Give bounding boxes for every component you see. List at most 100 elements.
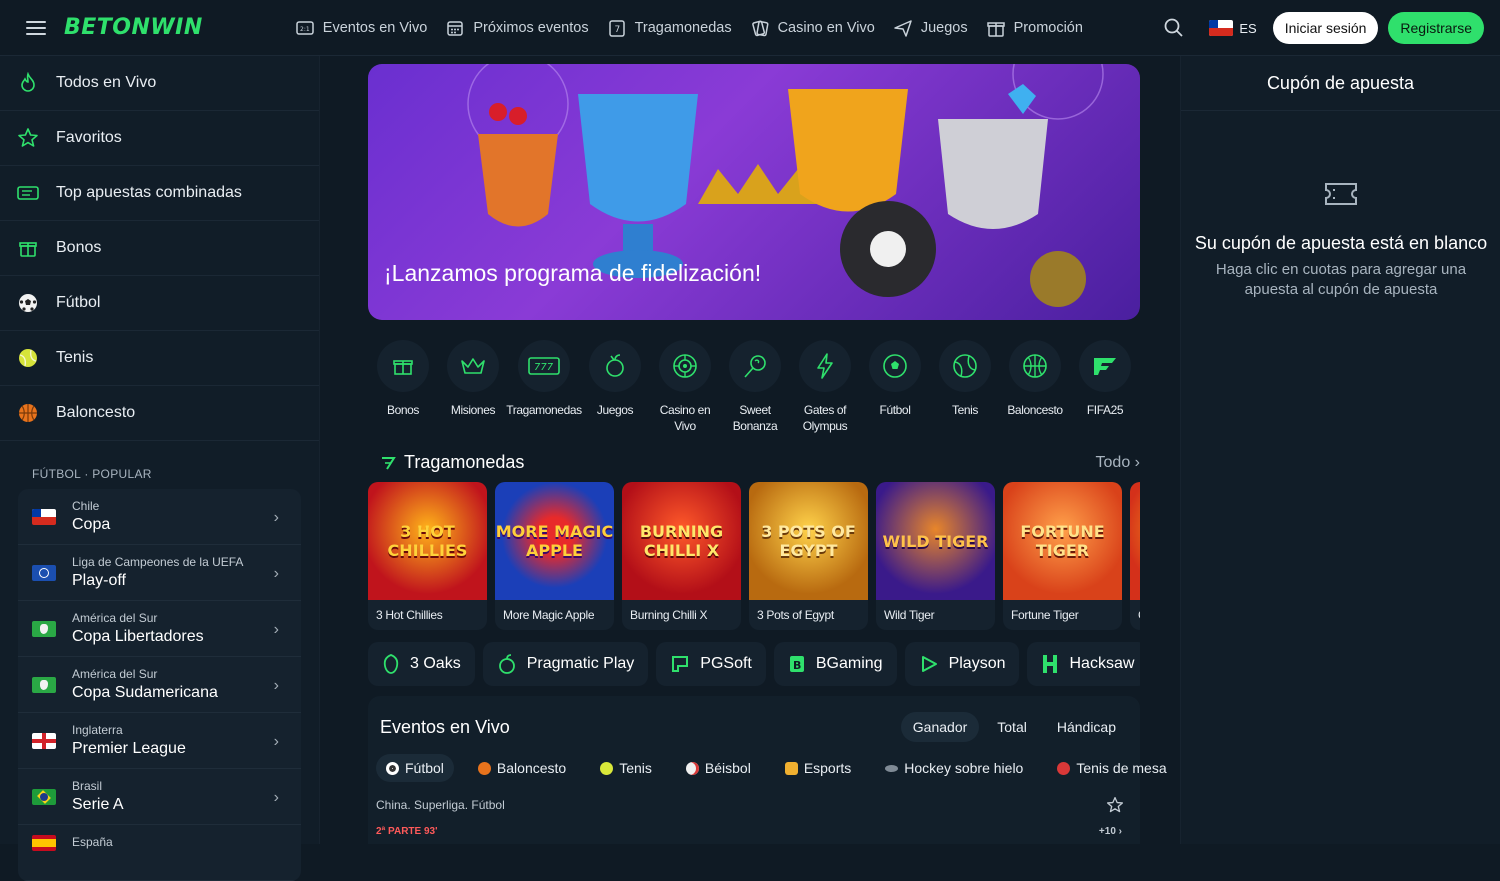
chile-flag-icon <box>1209 20 1234 36</box>
category-tennis[interactable]: Tenis <box>930 340 1000 434</box>
game-thumbnail <box>1130 482 1140 600</box>
category-slots[interactable]: 777 Tragamonedas <box>506 340 582 434</box>
nav-upcoming-events[interactable]: Próximos eventos <box>445 18 589 38</box>
logo[interactable]: BETONWIN <box>64 15 203 40</box>
sport-tab-esports[interactable]: Esports <box>775 754 861 782</box>
league-item[interactable]: América del Sur Copa Sudamericana › <box>18 657 301 713</box>
league-item[interactable]: Inglaterra Premier League › <box>18 713 301 769</box>
sidebar-item-favorites[interactable]: Favoritos <box>0 111 319 166</box>
game-card[interactable]: C <box>1130 482 1140 630</box>
provider-pgsoft[interactable]: PGSoft <box>656 642 766 686</box>
sidebar-item-tennis[interactable]: Tenis <box>0 331 319 386</box>
slots-seven-icon <box>382 456 396 470</box>
market-tab-winner[interactable]: Ganador <box>900 712 980 742</box>
sport-tab-label: Tenis de mesa <box>1076 760 1167 776</box>
language-code: ES <box>1239 20 1257 36</box>
category-sweet-bonanza[interactable]: Sweet Bonanza <box>720 340 790 434</box>
login-button[interactable]: Iniciar sesión <box>1272 12 1379 44</box>
market-tab-total[interactable]: Total <box>985 712 1039 742</box>
category-basketball[interactable]: Baloncesto <box>1000 340 1070 434</box>
event-league-name: China. Superliga. Fútbol <box>376 798 505 812</box>
provider-3oaks[interactable]: 3 Oaks <box>368 642 475 686</box>
category-label: Casino en Vivo <box>659 403 711 433</box>
calendar-icon <box>447 20 464 36</box>
league-item[interactable]: Brasil Serie A › <box>18 769 301 825</box>
uefa-flag-icon <box>32 564 56 581</box>
baseball-icon <box>685 761 699 775</box>
language-selector[interactable]: ES <box>1209 20 1257 36</box>
register-button[interactable]: Registrarse <box>1388 12 1484 44</box>
sidebar-item-basketball[interactable]: Baloncesto <box>0 386 319 441</box>
game-card[interactable]: 3 POTS OF EGYPT 3 Pots of Egypt <box>749 482 868 630</box>
nav-slots[interactable]: 7 Tragamonedas <box>607 18 732 38</box>
sidebar-item-bonuses[interactable]: Bonos <box>0 221 319 276</box>
game-name: Burning Chilli X <box>630 608 708 622</box>
nav-promotion[interactable]: Promoción <box>986 18 1083 38</box>
sidebar-item-football[interactable]: Fútbol <box>0 276 319 331</box>
playson-icon <box>921 656 937 672</box>
basketball-icon <box>477 761 491 775</box>
sport-tab-football[interactable]: Fútbol <box>376 754 454 782</box>
league-item[interactable]: América del Sur Copa Libertadores › <box>18 601 301 657</box>
lollipop-icon <box>729 340 781 392</box>
menu-icon[interactable] <box>26 20 46 35</box>
league-item[interactable]: Liga de Campeones de la UEFA Play-off › <box>18 545 301 601</box>
category-bonuses[interactable]: Bonos <box>368 340 438 434</box>
category-fifa25[interactable]: FIFA25 <box>1070 340 1140 434</box>
provider-playson[interactable]: Playson <box>904 642 1020 686</box>
fifa-icon <box>1079 340 1131 392</box>
category-label: Tenis <box>951 403 978 417</box>
game-card[interactable]: BURNING CHILLI X Burning Chilli X <box>622 482 741 630</box>
promo-banner[interactable]: ¡Lanzamos programa de fidelización! <box>368 64 1140 320</box>
provider-bgaming[interactable]: B BGaming <box>773 642 897 686</box>
category-missions[interactable]: Misiones <box>438 340 508 434</box>
game-card[interactable]: 3 HOT CHILLIES 3 Hot Chillies <box>368 482 487 630</box>
sport-tab-ice-hockey[interactable]: Hockey sobre hielo <box>875 754 1033 782</box>
category-label: Bonos <box>386 403 420 417</box>
pgsoft-icon <box>672 656 689 672</box>
search-icon[interactable] <box>1163 17 1185 39</box>
league-name: Copa <box>72 516 111 533</box>
sport-tab-table-tennis[interactable]: Tenis de mesa <box>1047 754 1176 782</box>
live-events-icon: 2:1 <box>296 20 314 35</box>
league-item[interactable]: Chile Copa › <box>18 489 301 545</box>
category-live-casino[interactable]: Casino en Vivo <box>650 340 720 434</box>
sidebar-item-all-live[interactable]: Todos en Vivo <box>0 56 319 111</box>
game-card[interactable]: MORE MAGIC APPLE More Magic Apple <box>495 482 614 630</box>
gift-icon <box>986 21 1005 37</box>
slots-view-all-link[interactable]: Todo › <box>1096 454 1140 472</box>
nav-games[interactable]: Juegos <box>893 18 968 38</box>
provider-pragmatic[interactable]: Pragmatic Play <box>482 642 649 686</box>
nav-live-events[interactable]: 2:1 Eventos en Vivo <box>295 18 427 38</box>
category-label: Sweet Bonanza <box>732 403 778 433</box>
category-games[interactable]: Juegos <box>580 340 650 434</box>
nav-label: Tragamonedas <box>634 19 732 36</box>
category-gates-of-olympus[interactable]: Gates of Olympus <box>790 340 860 434</box>
game-card[interactable]: FORTUNE TIGER Fortune Tiger <box>1003 482 1122 630</box>
main-content: ¡Lanzamos programa de fidelización! Bono… <box>322 56 1178 844</box>
sidebar-item-top-combos[interactable]: Top apuestas combinadas <box>0 166 319 221</box>
south-america-flag-icon <box>32 620 56 637</box>
tennis-ball-icon <box>16 346 40 370</box>
sport-tab-baseball[interactable]: Béisbol <box>676 754 761 782</box>
provider-hacksaw[interactable]: Hacksaw <box>1027 642 1140 686</box>
league-item[interactable]: España <box>18 825 301 881</box>
sport-tab-tennis[interactable]: Tenis <box>590 754 662 782</box>
game-thumbnail: FORTUNE TIGER <box>1003 482 1122 600</box>
game-card[interactable]: WILD TIGER Wild Tiger <box>876 482 995 630</box>
sport-tabs: Fútbol Baloncesto Tenis Béisbol Esports … <box>368 742 1167 782</box>
banner-title: ¡Lanzamos programa de fidelización! <box>384 260 762 286</box>
star-icon[interactable] <box>1106 796 1124 814</box>
chevron-right-icon: › <box>1134 453 1140 471</box>
category-football[interactable]: Fútbol <box>860 340 930 434</box>
bet-slip-panel: Cupón de apuesta Su cupón de apuesta est… <box>1180 56 1500 844</box>
market-tab-handicap[interactable]: Hándicap <box>1045 712 1128 742</box>
nav-live-casino[interactable]: Casino en Vivo <box>750 18 875 38</box>
chevron-right-icon: › <box>273 677 279 694</box>
slot-777-icon: 777 <box>518 340 570 392</box>
svg-text:777: 777 <box>534 362 554 373</box>
sport-tab-basketball[interactable]: Baloncesto <box>468 754 576 782</box>
sport-tab-label: Béisbol <box>704 760 751 776</box>
more-markets-link[interactable]: +10 › <box>1099 826 1122 837</box>
sidebar-item-label: Fútbol <box>56 294 101 311</box>
